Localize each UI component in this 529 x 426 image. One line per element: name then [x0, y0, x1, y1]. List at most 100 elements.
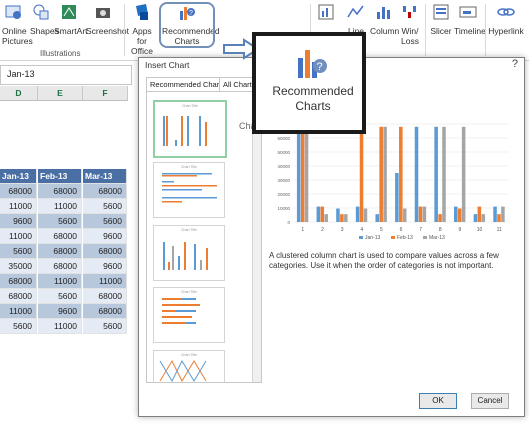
- table-cell[interactable]: 5600: [0, 319, 37, 334]
- table-cell[interactable]: 9600: [83, 229, 127, 244]
- bar: [422, 206, 427, 222]
- recommended-charts-zoom-icon: ?: [298, 50, 327, 78]
- thumb-column-variant[interactable]: Chart Title: [153, 225, 225, 281]
- table-header-cell[interactable]: Mar-13: [83, 169, 127, 184]
- table-cell[interactable]: 5600: [83, 319, 127, 334]
- y-tick-label: 40000: [277, 164, 290, 169]
- bar: [477, 206, 482, 222]
- x-tick-label: 5: [380, 227, 383, 233]
- table-cell[interactable]: 68000: [38, 184, 82, 199]
- thumb-column2-icon: [163, 242, 208, 270]
- bar: [473, 214, 478, 222]
- table-cell[interactable]: 5600: [83, 199, 127, 214]
- table-cell[interactable]: 11000: [0, 229, 37, 244]
- ribbon-separator: [124, 4, 125, 56]
- timeline-button[interactable]: Timeline: [454, 2, 486, 36]
- sparkline-winloss-button[interactable]: Win/ Loss: [398, 2, 422, 46]
- legend-swatch: [359, 236, 363, 239]
- table-cell[interactable]: 5600: [38, 289, 82, 304]
- thumbs-scrollbar[interactable]: [252, 92, 261, 382]
- table-cell[interactable]: 68000: [38, 244, 82, 259]
- table-cell[interactable]: 5600: [83, 214, 127, 229]
- column-header-f[interactable]: F: [83, 86, 128, 101]
- sparkline-column-button[interactable]: Column: [370, 2, 399, 36]
- table-cell[interactable]: 11000: [38, 274, 82, 289]
- table-header-cell[interactable]: Jan-13: [0, 169, 37, 184]
- table-cell[interactable]: 68000: [0, 274, 37, 289]
- table-cell[interactable]: 68000: [0, 289, 37, 304]
- ok-button[interactable]: OK: [419, 393, 457, 409]
- thumb-stacked-bar[interactable]: Chart Title: [153, 287, 225, 343]
- bar: [461, 126, 466, 222]
- table-cell[interactable]: 68000: [38, 259, 82, 274]
- table-cell[interactable]: 5600: [38, 214, 82, 229]
- recommended-charts-zoom-callout: ? Recommended Charts: [252, 32, 366, 134]
- table-cell[interactable]: 68000: [83, 244, 127, 259]
- bar: [414, 126, 419, 222]
- ribbon-separator: [425, 4, 426, 56]
- table-cell[interactable]: 11000: [83, 274, 127, 289]
- y-tick-label: 50000: [277, 150, 290, 155]
- y-tick-label: 30000: [277, 178, 290, 183]
- table-header-cell[interactable]: Feb-13: [38, 169, 82, 184]
- callout-label: Recommended Charts: [272, 84, 354, 113]
- recommended-charts-list[interactable]: Chart Title Chart Title Chart Title Char…: [146, 91, 262, 383]
- table-cell[interactable]: 68000: [83, 289, 127, 304]
- bar: [442, 126, 446, 222]
- table-cell[interactable]: 9600: [0, 214, 37, 229]
- table-cell[interactable]: 35000: [0, 259, 37, 274]
- thumb-clustered-column[interactable]: Chart Title: [153, 100, 227, 158]
- table-cell[interactable]: 9600: [83, 259, 127, 274]
- y-tick-label: 60000: [277, 136, 290, 141]
- bar: [481, 214, 486, 222]
- help-button[interactable]: ?: [512, 58, 518, 70]
- table-cell[interactable]: 68000: [38, 229, 82, 244]
- bar: [359, 126, 364, 222]
- table-cell[interactable]: 11000: [0, 199, 37, 214]
- table-cell[interactable]: 5600: [0, 244, 37, 259]
- bar: [457, 208, 462, 222]
- y-tick-label: 0: [287, 220, 290, 225]
- bar: [375, 214, 380, 222]
- column-header-e[interactable]: E: [38, 86, 83, 101]
- apps-for-office-button[interactable]: Apps for Office: [127, 2, 157, 56]
- line-sparkline-icon: [347, 5, 364, 18]
- smartart-button[interactable]: SmartArt: [54, 2, 88, 36]
- shapes-icon: [33, 4, 49, 20]
- y-tick-label: 10000: [277, 206, 290, 211]
- name-box[interactable]: Jan-13: [0, 65, 132, 85]
- tab-recommended-charts[interactable]: Recommended Charts: [146, 77, 230, 91]
- bar: [316, 206, 321, 222]
- table-cell[interactable]: 68000: [0, 184, 37, 199]
- table-cell[interactable]: 11000: [0, 304, 37, 319]
- table-cell[interactable]: 68000: [83, 184, 127, 199]
- x-tick-label: 9: [459, 227, 462, 233]
- table-cell[interactable]: 11000: [38, 319, 82, 334]
- thumb-line[interactable]: Chart Title: [153, 350, 225, 382]
- bar: [355, 206, 360, 222]
- smartart-icon: [62, 5, 76, 19]
- y-tick-label: 20000: [277, 192, 290, 197]
- timeline-icon: [459, 6, 477, 18]
- screenshot-button[interactable]: Screenshot: [86, 2, 129, 36]
- online-pictures-button[interactable]: Online Pictures: [2, 2, 33, 46]
- hyperlink-button[interactable]: Hyperlink: [488, 2, 524, 36]
- bar: [300, 126, 305, 222]
- thumb-clustered-bar[interactable]: Chart Title: [153, 162, 225, 218]
- thumb-stacked-bar-icon: [162, 298, 200, 324]
- thumb-column-icon: [163, 116, 207, 146]
- hyperlink-icon: [497, 8, 515, 16]
- shapes-button[interactable]: Shapes: [30, 2, 59, 36]
- slicer-button[interactable]: Slicer: [430, 2, 452, 36]
- cancel-button[interactable]: Cancel: [471, 393, 509, 409]
- table-cell[interactable]: 68000: [83, 304, 127, 319]
- legend-swatch: [423, 236, 427, 239]
- bar: [379, 126, 383, 222]
- chart-description: A clustered column chart is used to comp…: [269, 251, 499, 270]
- bar: [434, 126, 438, 222]
- pivotchart-button[interactable]: [316, 2, 334, 26]
- sparkline-line-button[interactable]: Line: [346, 2, 366, 36]
- table-cell[interactable]: 11000: [38, 199, 82, 214]
- table-cell[interactable]: 9600: [38, 304, 82, 319]
- column-header-d[interactable]: D: [0, 86, 38, 101]
